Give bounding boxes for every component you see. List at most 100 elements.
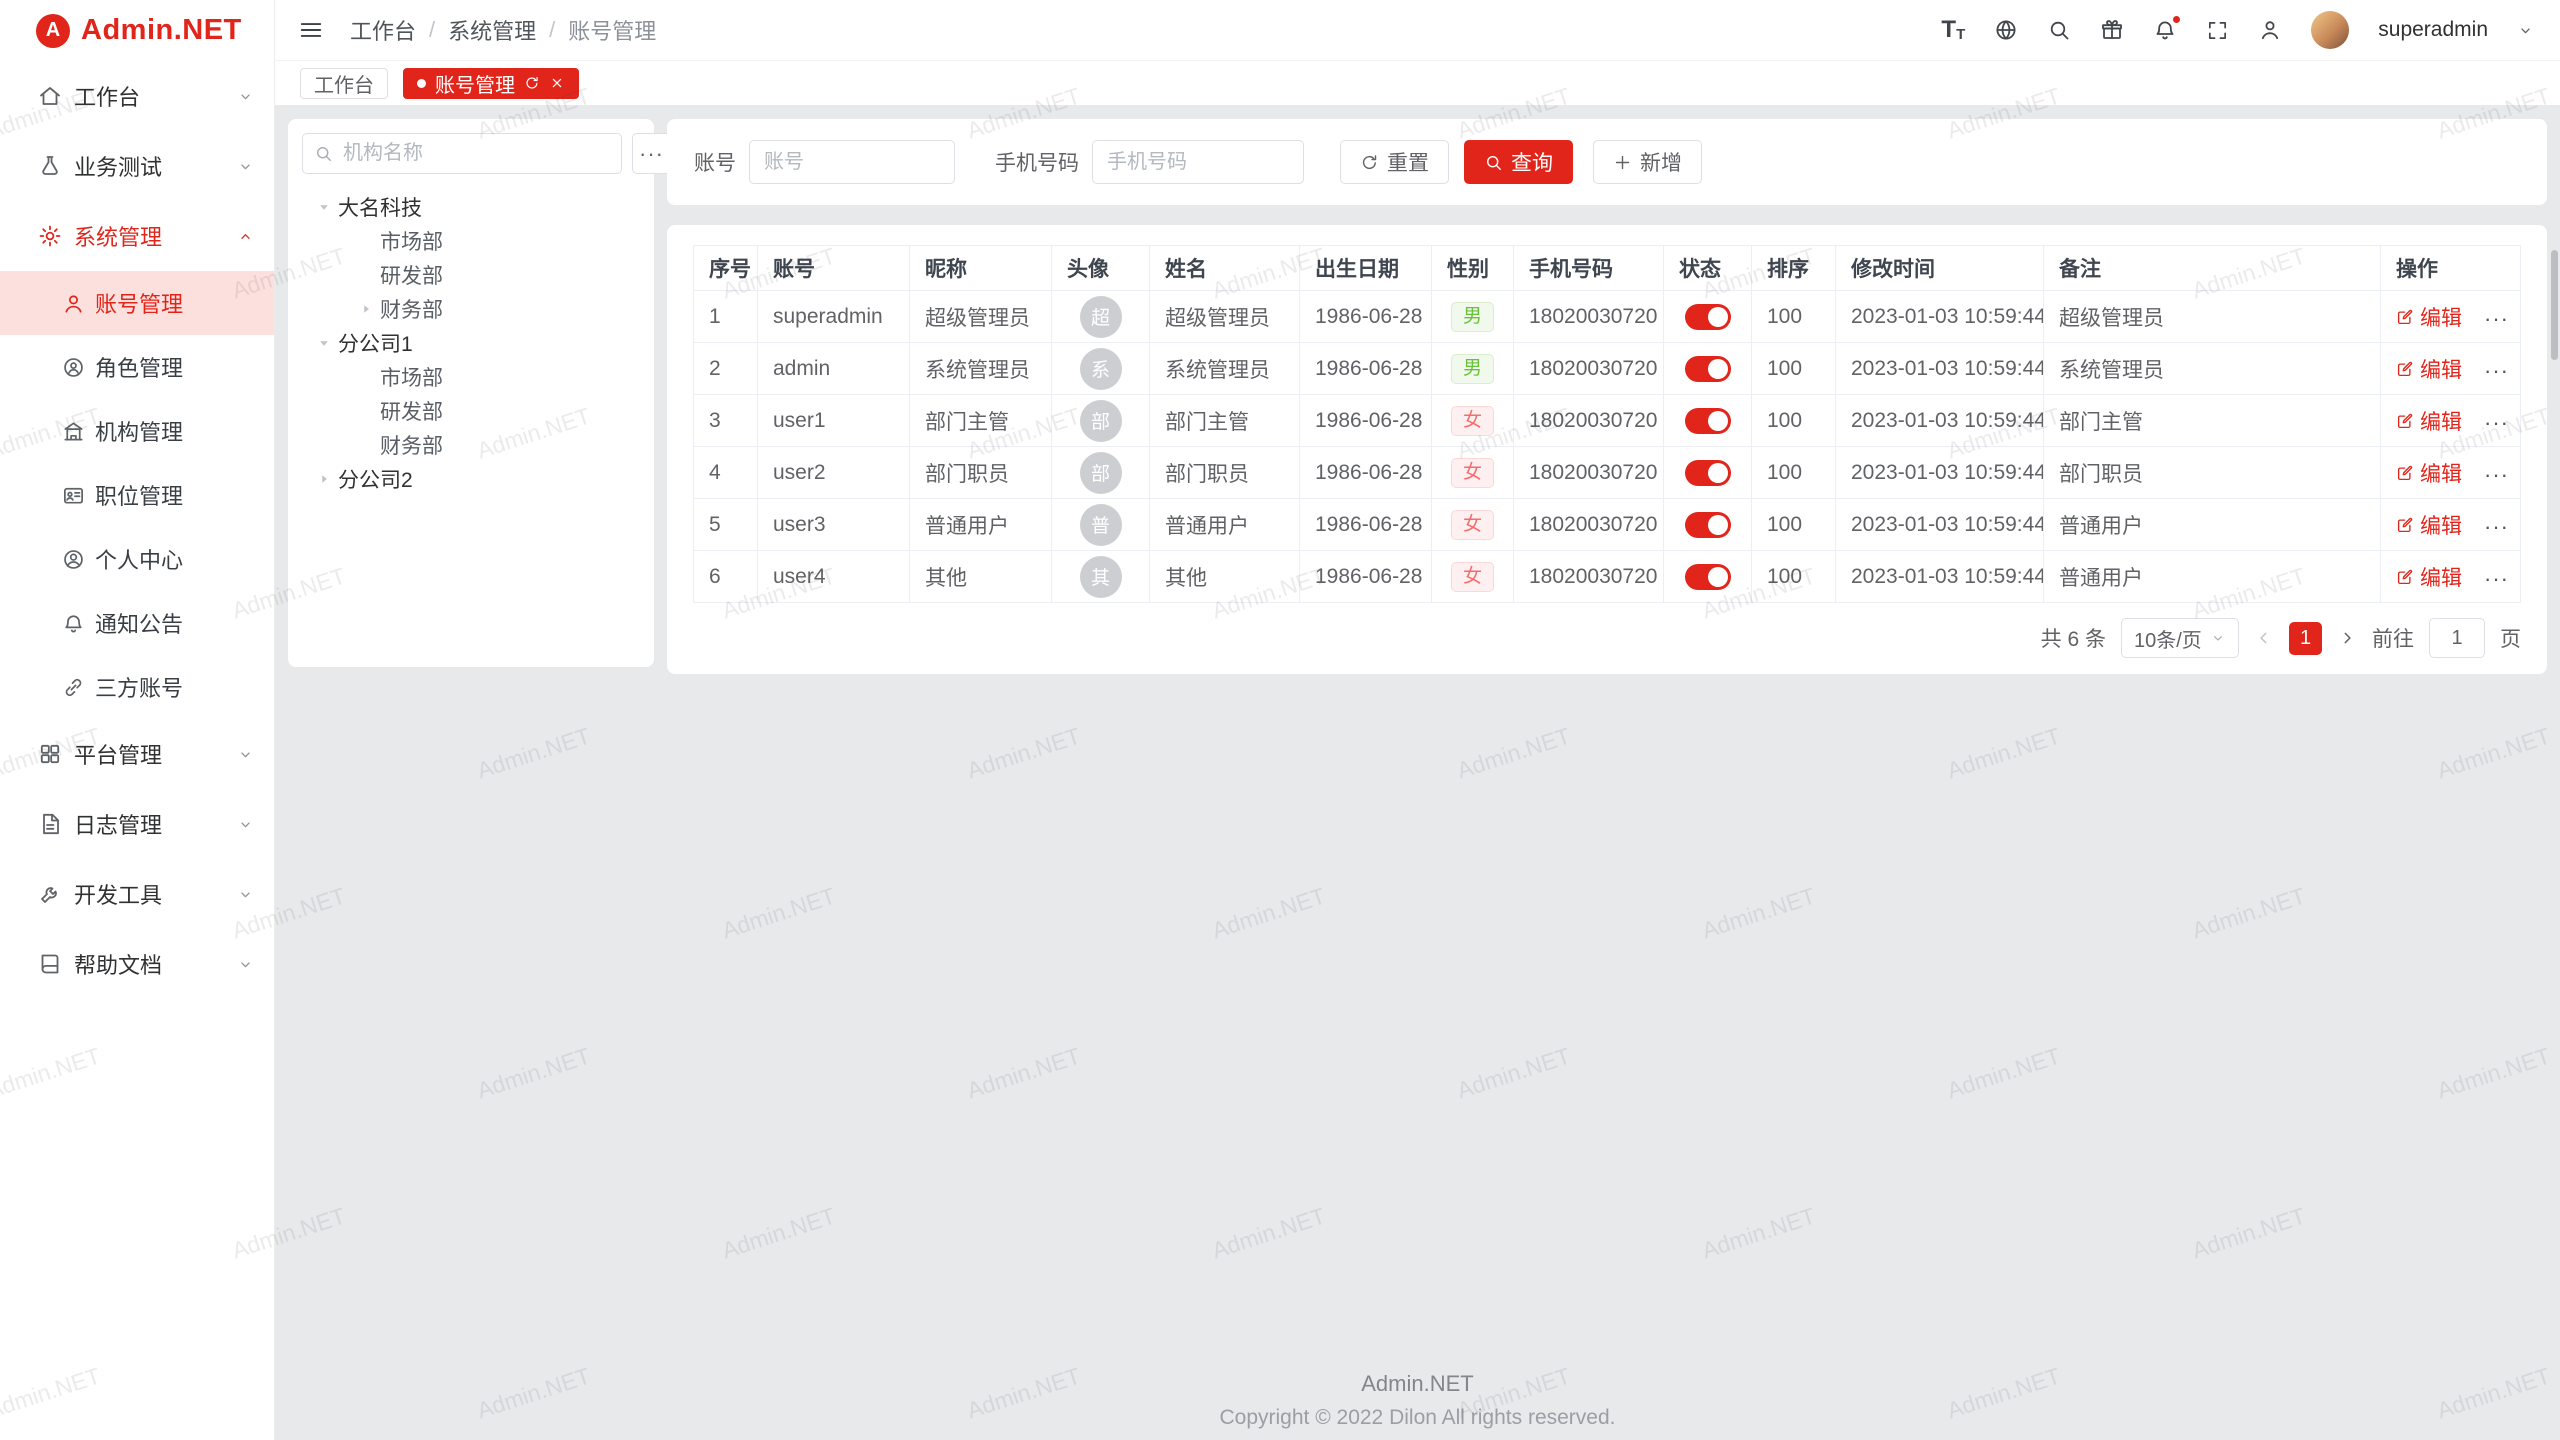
tree-node-rd-dept-2[interactable]: 研发部 <box>302 394 640 428</box>
sidebar-subitem-notice[interactable]: 通知公告 <box>0 591 274 655</box>
tree-node-daming-tech[interactable]: 大名科技 <box>302 190 640 224</box>
sidebar-item-platform-manage[interactable]: 平台管理 <box>0 719 274 789</box>
tab-refresh-icon[interactable] <box>524 75 540 91</box>
status-toggle[interactable] <box>1685 460 1731 486</box>
cell-order: 100 <box>1752 551 1836 603</box>
user-profile-icon[interactable] <box>2258 18 2282 42</box>
menu-item-label: 系统管理 <box>74 220 162 252</box>
tree-node-branch-2[interactable]: 分公司2 <box>302 462 640 496</box>
header: 工作台/系统管理/账号管理 TT superadmin <box>275 0 2560 61</box>
prev-page-button[interactable] <box>2254 628 2274 648</box>
sidebar-subitem-position-manage[interactable]: 职位管理 <box>0 463 274 527</box>
account-label: 账号 <box>694 147 736 177</box>
sidebar-item-workbench[interactable]: 工作台 <box>0 61 274 131</box>
tree-node-finance-dept-1[interactable]: 财务部 <box>302 292 640 326</box>
edit-icon <box>2396 568 2414 586</box>
submenu-item-label: 个人中心 <box>95 543 183 575</box>
tree-node-finance-dept-2[interactable]: 财务部 <box>302 428 640 462</box>
page-size-select[interactable]: 10条/页 <box>2121 618 2239 658</box>
sidebar-subitem-account-manage[interactable]: 账号管理 <box>0 271 274 335</box>
gift-icon[interactable] <box>2100 18 2124 42</box>
sidebar-item-business-test[interactable]: 业务测试 <box>0 131 274 201</box>
query-button[interactable]: 查询 <box>1464 140 1573 184</box>
phone-input[interactable] <box>1092 140 1304 184</box>
breadcrumb: 工作台/系统管理/账号管理 <box>350 14 656 46</box>
tab-account[interactable]: 账号管理 <box>403 68 579 99</box>
scrollbar-thumb[interactable] <box>2551 250 2558 360</box>
sidebar-subitem-personal-center[interactable]: 个人中心 <box>0 527 274 591</box>
add-label: 新增 <box>1640 147 1682 177</box>
goto-page-input[interactable] <box>2429 618 2485 658</box>
sidebar-item-help-docs[interactable]: 帮助文档 <box>0 929 274 999</box>
org-panel: ··· 大名科技市场部研发部财务部分公司1市场部研发部财务部分公司2 <box>288 119 654 667</box>
avatar[interactable] <box>2311 11 2349 49</box>
tree-node-label: 市场部 <box>380 226 443 256</box>
edit-label: 编辑 <box>2420 562 2462 592</box>
edit-button[interactable]: 编辑 <box>2396 302 2462 332</box>
edit-label: 编辑 <box>2420 510 2462 540</box>
search-icon[interactable] <box>2047 18 2071 42</box>
caret-icon[interactable] <box>354 297 378 321</box>
row-more-button[interactable]: ··· <box>2484 566 2509 591</box>
sidebar-subitem-org-manage[interactable]: 机构管理 <box>0 399 274 463</box>
org-search-input[interactable] <box>341 141 610 166</box>
cell-no: 6 <box>694 551 758 603</box>
edit-button[interactable]: 编辑 <box>2396 510 2462 540</box>
status-toggle[interactable] <box>1685 304 1731 330</box>
username[interactable]: superadmin <box>2378 18 2488 42</box>
status-toggle[interactable] <box>1685 408 1731 434</box>
caret-icon[interactable] <box>312 195 336 219</box>
page-number-1[interactable]: 1 <box>2289 622 2322 655</box>
cell-no: 1 <box>694 291 758 343</box>
row-more-button[interactable]: ··· <box>2484 410 2509 435</box>
sidebar-item-dev-tools[interactable]: 开发工具 <box>0 859 274 929</box>
caret-icon[interactable] <box>312 467 336 491</box>
sidebar-item-log-manage[interactable]: 日志管理 <box>0 789 274 859</box>
account-input[interactable] <box>749 140 955 184</box>
edit-button[interactable]: 编辑 <box>2396 458 2462 488</box>
breadcrumb-item-0[interactable]: 工作台 <box>350 14 416 46</box>
sidebar-subitem-role-manage[interactable]: 角色管理 <box>0 335 274 399</box>
reset-button[interactable]: 重置 <box>1340 140 1449 184</box>
font-size-icon[interactable]: TT <box>1941 18 1965 42</box>
tree-node-rd-dept-1[interactable]: 研发部 <box>302 258 640 292</box>
cell-name: 系统管理员 <box>1150 343 1300 395</box>
row-more-button[interactable]: ··· <box>2484 306 2509 331</box>
status-toggle[interactable] <box>1685 512 1731 538</box>
notification-icon[interactable] <box>2153 18 2177 42</box>
table-header-row: 序号账号昵称头像姓名出生日期性别手机号码状态排序修改时间备注操作 <box>694 246 2521 291</box>
cell-name: 部门职员 <box>1150 447 1300 499</box>
edit-button[interactable]: 编辑 <box>2396 562 2462 592</box>
row-more-button[interactable]: ··· <box>2484 462 2509 487</box>
globe-icon[interactable] <box>1994 18 2018 42</box>
menu-item-label: 工作台 <box>74 80 140 112</box>
cell-name: 超级管理员 <box>1150 291 1300 343</box>
caret-icon[interactable] <box>312 331 336 355</box>
chevron-down-icon[interactable] <box>2517 22 2534 39</box>
row-more-button[interactable]: ··· <box>2484 358 2509 383</box>
org-more-button[interactable]: ··· <box>632 133 671 174</box>
next-page-button[interactable] <box>2337 628 2357 648</box>
collapse-menu-icon[interactable] <box>298 17 324 43</box>
sidebar-subitem-third-account[interactable]: 三方账号 <box>0 655 274 719</box>
edit-button[interactable]: 编辑 <box>2396 354 2462 384</box>
add-button[interactable]: 新增 <box>1593 140 1702 184</box>
tree-node-branch-1[interactable]: 分公司1 <box>302 326 640 360</box>
edit-icon <box>2396 516 2414 534</box>
font-size-small-glyph: T <box>1956 27 1965 42</box>
tree-node-market-dept-2[interactable]: 市场部 <box>302 360 640 394</box>
breadcrumb-item-1[interactable]: 系统管理 <box>448 14 536 46</box>
tab-close-icon[interactable] <box>549 75 565 91</box>
tree-node-label: 财务部 <box>380 430 443 460</box>
sidebar-item-system-manage[interactable]: 系统管理 <box>0 201 274 271</box>
cell-account: user4 <box>758 551 910 603</box>
row-more-button[interactable]: ··· <box>2484 514 2509 539</box>
edit-button[interactable]: 编辑 <box>2396 406 2462 436</box>
tree-node-market-dept-1[interactable]: 市场部 <box>302 224 640 258</box>
tab-workbench[interactable]: 工作台 <box>300 68 388 99</box>
fullscreen-icon[interactable] <box>2206 19 2229 42</box>
logo[interactable]: A Admin.NET <box>0 0 274 61</box>
status-toggle[interactable] <box>1685 564 1731 590</box>
status-toggle[interactable] <box>1685 356 1731 382</box>
page-size-value: 10条/页 <box>2134 624 2202 653</box>
